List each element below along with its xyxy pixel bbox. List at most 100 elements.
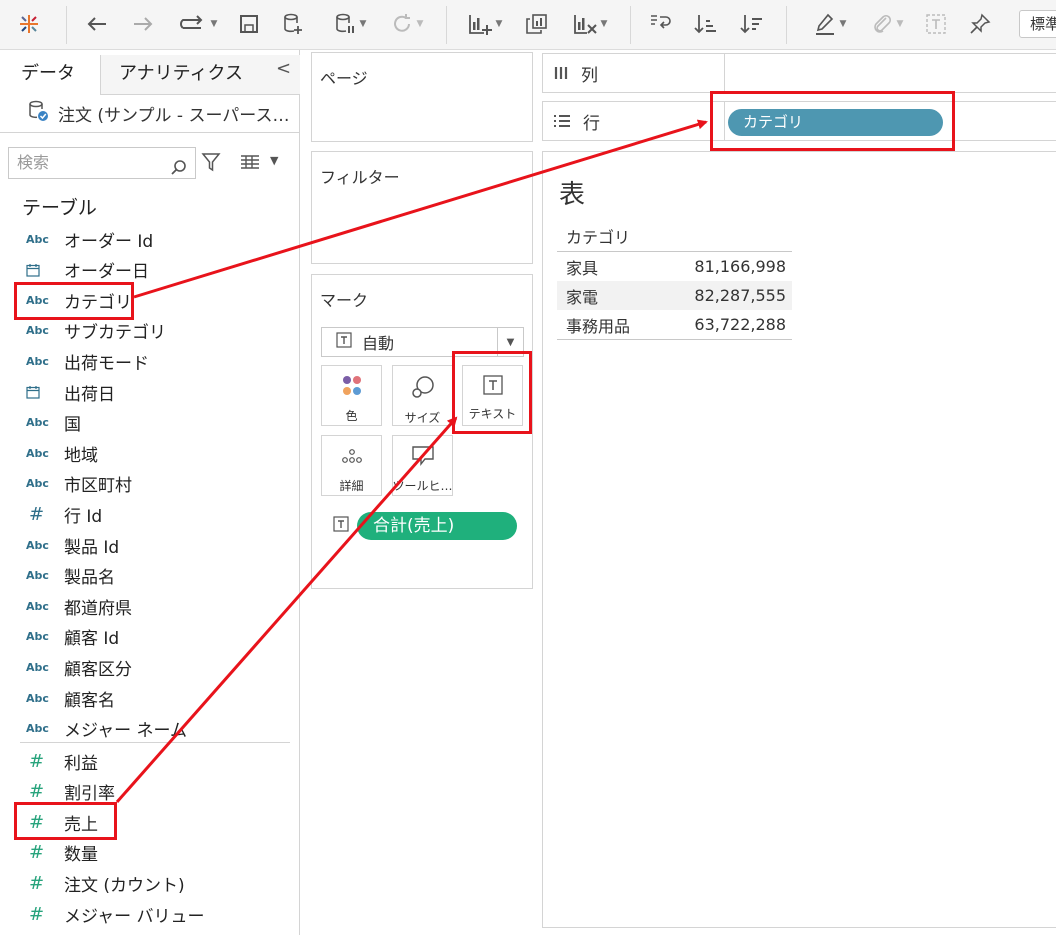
size-button[interactable]: サイズ [392,365,453,426]
field-item[interactable]: Abc 顧客名 [20,683,290,713]
field-item[interactable]: Abc 市区町村 [20,469,290,499]
field-item[interactable]: Abc サブカテゴリ [20,316,290,346]
measure-field-item[interactable]: # メジャー バリュー [20,899,290,929]
field-name: サブカテゴリ [64,323,166,344]
pause-updates-icon[interactable]: ▼ [326,10,374,38]
sort-ascending-icon[interactable] [692,10,720,38]
tooltip-icon [411,445,435,471]
field-name: 製品 Id [64,537,120,558]
color-button[interactable]: 色 [321,365,382,426]
tab-data[interactable]: データ [0,55,101,95]
standard-view-dropdown[interactable]: 標準 [1019,10,1056,38]
field-name: 顧客 Id [64,629,120,650]
field-item[interactable]: 出荷日 [20,377,290,407]
chevron-down-icon[interactable]: ▼ [270,154,278,167]
redo-icon[interactable] [130,10,156,38]
string-type-icon: Abc [26,324,49,338]
swap-icon[interactable] [646,10,674,38]
field-item[interactable]: Abc 製品 Id [20,530,290,560]
save-icon[interactable] [236,10,262,38]
toolbar-separator [66,6,67,44]
field-item[interactable]: オーダー日 [20,255,290,285]
datasource-item[interactable]: 注文 (サンプル - スーパース… [0,95,300,133]
sales-value-cell: 81,166,998 [694,257,786,276]
tooltip-button[interactable]: ツールヒ… [392,435,453,496]
datasource-name: 注文 (サンプル - スーパース… [58,106,290,126]
collapse-pane-icon[interactable]: < [276,58,291,79]
search-icon [171,155,187,185]
field-item[interactable]: Abc メジャー ネーム [20,714,290,744]
columns-shelf[interactable]: 列 [542,53,1056,93]
measure-field-item[interactable]: # 割引率 [20,777,290,807]
search-input[interactable]: 検索 [8,147,196,179]
string-type-icon: Abc [26,232,49,246]
field-name: 地域 [64,445,98,466]
filters-card[interactable]: フィルター [311,151,533,264]
tab-analytics[interactable]: アナリティクス [101,55,300,95]
detail-button[interactable]: 詳細 [321,435,382,496]
field-item[interactable]: Abc 出荷モード [20,346,290,376]
string-type-icon: Abc [26,477,49,491]
clear-sheet-icon[interactable]: ▼ [564,10,616,38]
text-mark-icon [333,516,349,536]
field-name: オーダー Id [64,231,154,252]
toolbar: ▼ ▼ ▼ ▼ ▼ ▼ ▼ 標準 [0,0,1056,50]
label-icon[interactable] [922,10,950,38]
measure-field-item[interactable]: # 注文 (カウント) [20,868,290,898]
measure-field-item[interactable]: # 利益 [20,746,290,776]
new-worksheet-icon[interactable]: ▼ [460,10,510,38]
field-item[interactable]: Abc 地域 [20,438,290,468]
rows-icon [553,113,571,129]
pin-icon[interactable] [966,10,994,38]
chevron-down-icon[interactable]: ▼ [497,328,523,356]
field-item[interactable]: Abc 顧客区分 [20,652,290,682]
measure-field-item[interactable]: # 売上 [20,807,290,837]
sum-sales-pill[interactable]: 合計(売上) [357,512,517,540]
field-item[interactable]: # 行 Id [20,499,290,529]
duplicate-icon[interactable] [522,10,550,38]
field-item[interactable]: Abc 都道府県 [20,591,290,621]
search-placeholder: 検索 [17,153,50,172]
new-datasource-icon[interactable] [280,10,306,38]
undo-icon[interactable] [84,10,110,38]
measure-field-item[interactable]: # 数量 [20,838,290,868]
highlight-icon[interactable]: ▼ [806,10,854,38]
view-area: 表 カテゴリ 家具 81,166,998 家電 82,287,555 事務用品 63,72… [542,151,1056,928]
sort-descending-icon[interactable] [738,10,766,38]
field-item[interactable]: Abc 製品名 [20,561,290,591]
field-name: 行 Id [64,506,103,527]
tableau-logo-icon[interactable] [14,10,44,38]
number-type-icon: # [29,781,45,803]
size-button-label: サイズ [404,411,441,425]
table-row[interactable]: 家具 81,166,998 [557,252,792,281]
field-name: 割引率 [64,784,115,805]
number-type-icon: # [29,503,45,525]
pages-card[interactable]: ページ [311,52,533,142]
field-name: 注文 (カウント) [64,875,185,896]
table-header[interactable]: カテゴリ [557,224,792,252]
text-button[interactable]: テキスト [462,365,523,426]
field-item[interactable]: Abc カテゴリ [20,285,290,315]
toolbar-separator [446,6,447,44]
field-item[interactable]: Abc 顧客 Id [20,622,290,652]
refresh-icon[interactable]: ▼ [382,10,432,38]
field-item[interactable]: Abc オーダー Id [20,224,290,254]
filter-icon[interactable] [201,152,221,176]
mark-type-dropdown[interactable]: 自動 ▼ [321,327,524,357]
string-type-icon: Abc [26,293,49,307]
string-type-icon: Abc [26,538,49,552]
group-icon[interactable]: ▼ [862,10,912,38]
string-type-icon: Abc [26,446,49,460]
table-row[interactable]: 家電 82,287,555 [557,281,792,310]
field-name: 市区町村 [64,476,132,497]
table-bottom-border [557,339,792,340]
string-type-icon: Abc [26,630,49,644]
field-item[interactable]: Abc 国 [20,408,290,438]
category-cell: 家電 [566,287,599,307]
text-pill-row: 合計(売上) [333,512,533,540]
replay-icon[interactable]: ▼ [172,10,224,38]
table-row[interactable]: 事務用品 63,722,288 [557,310,792,339]
list-view-icon[interactable] [240,154,260,173]
category-pill[interactable]: カテゴリ [728,109,943,136]
view-table: カテゴリ 家具 81,166,998 家電 82,287,555 事務用品 63,722,… [557,224,792,340]
